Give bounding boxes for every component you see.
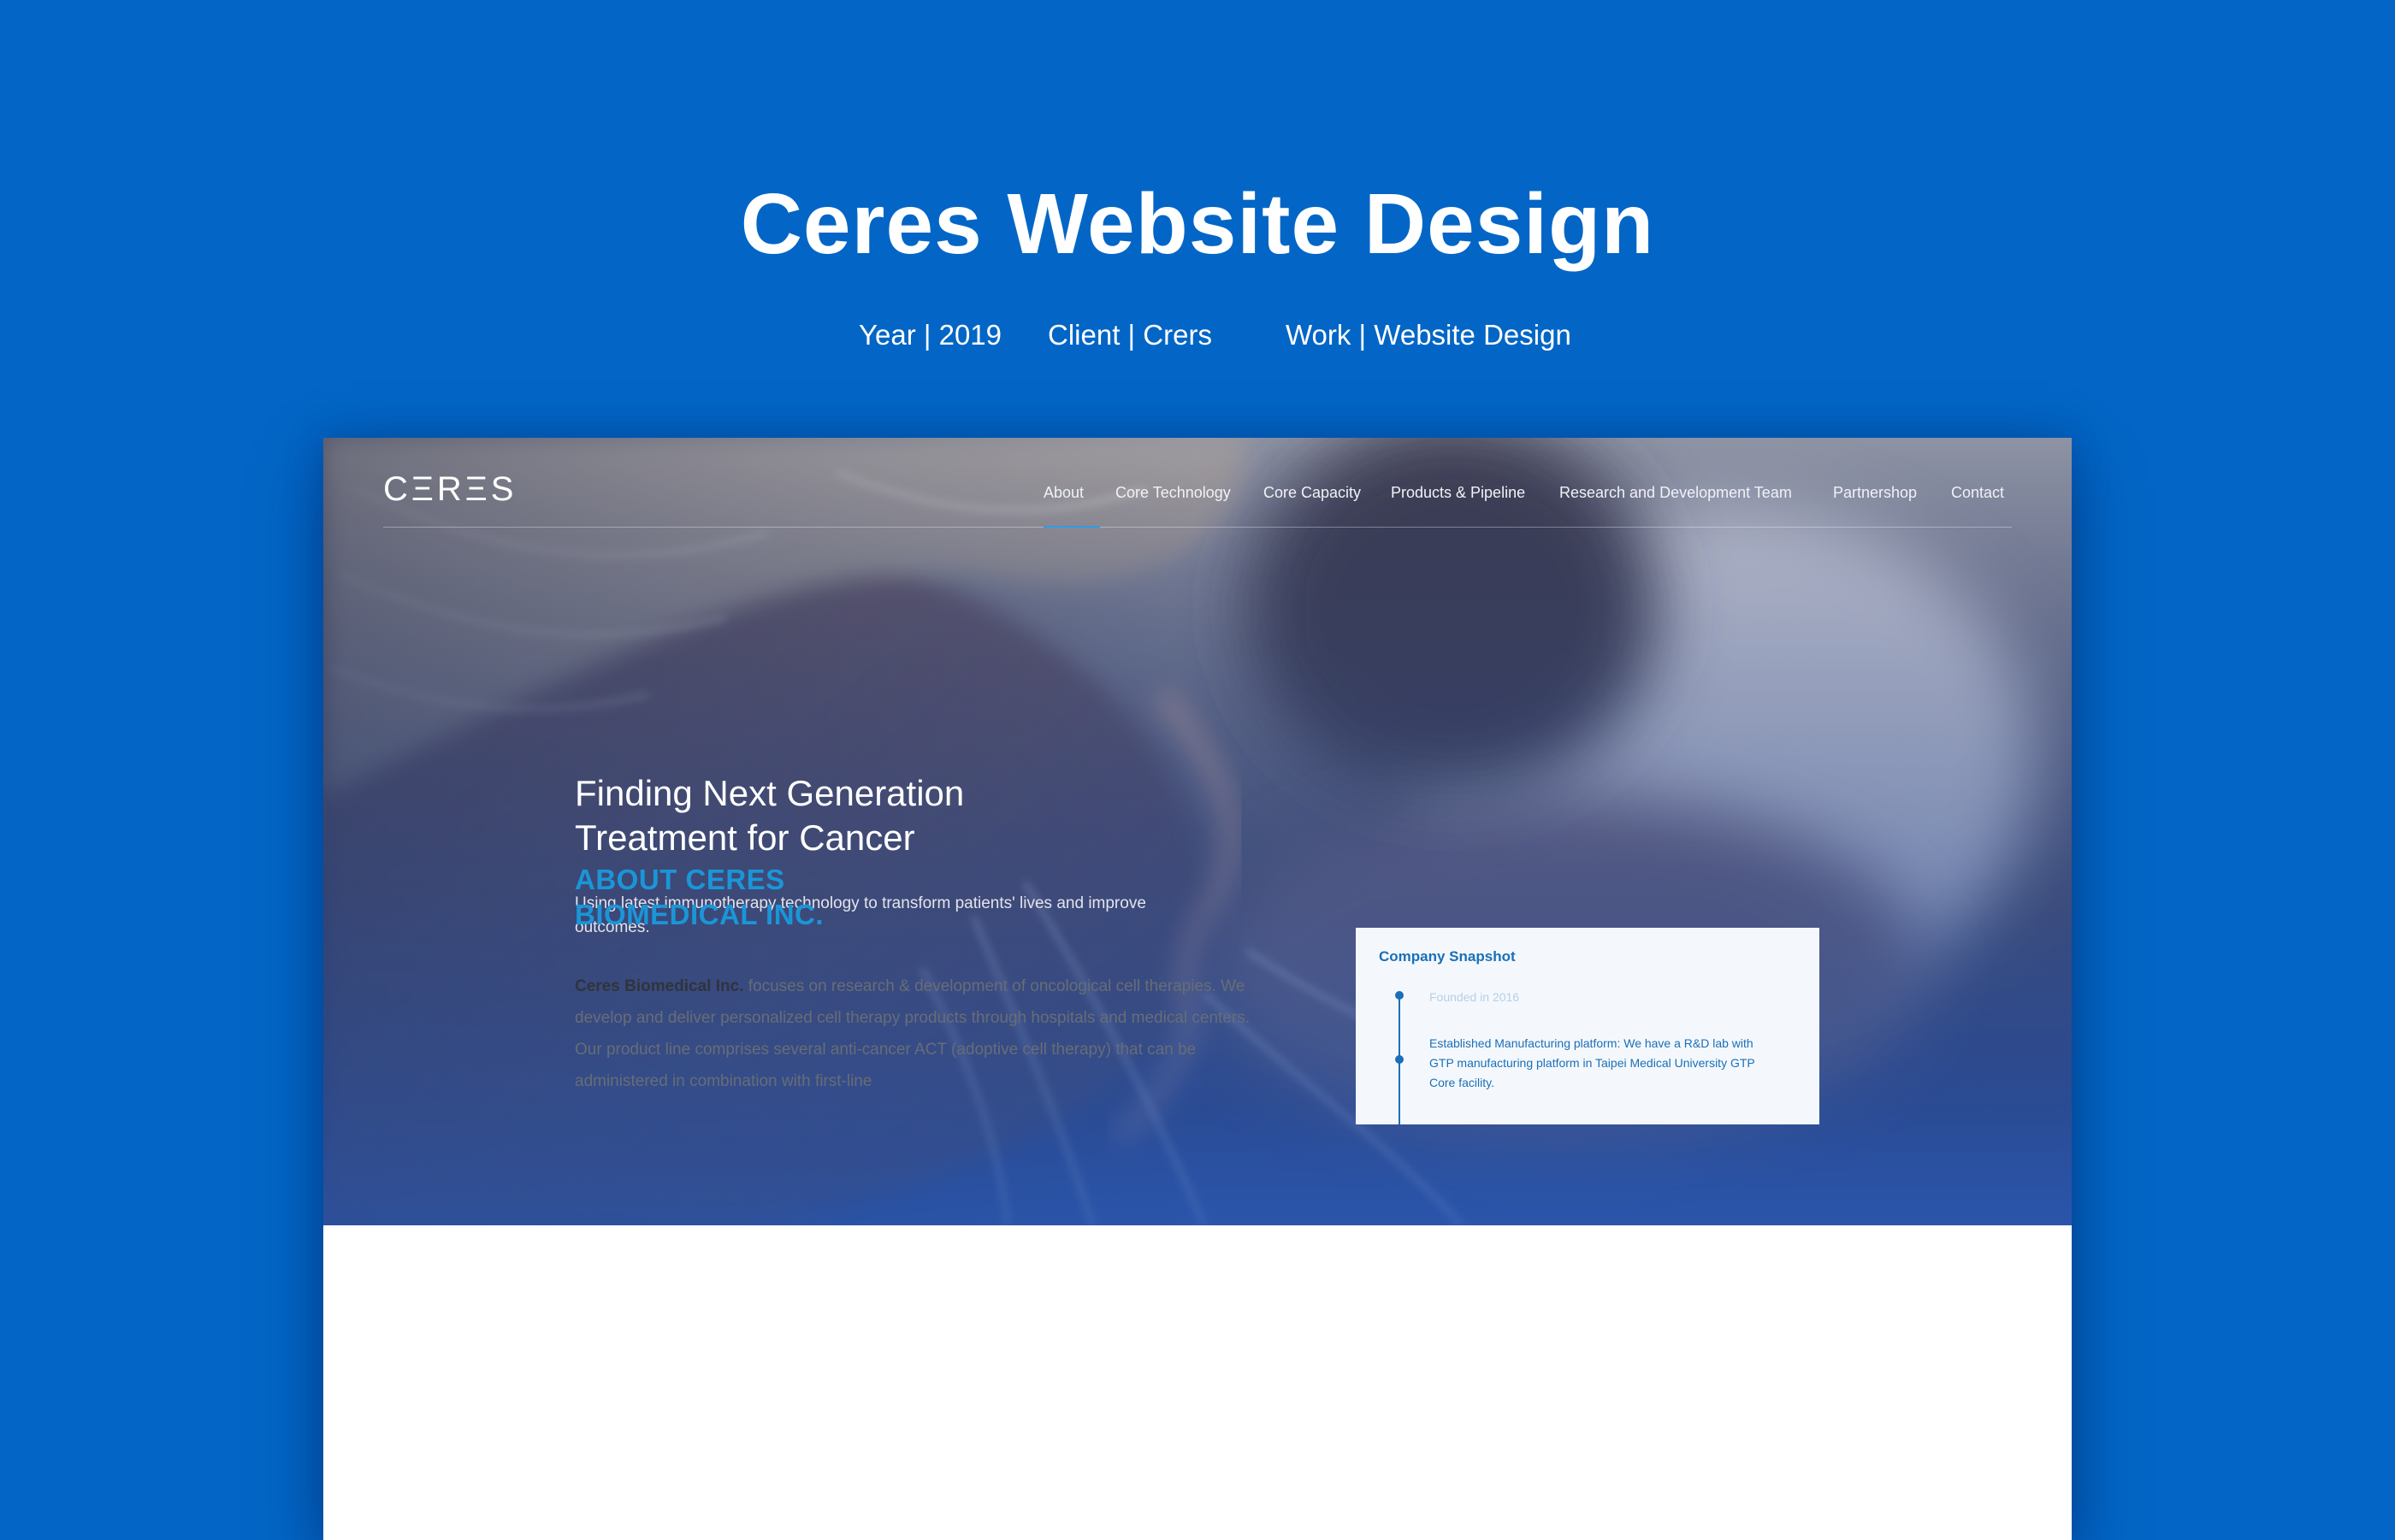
nav-item-core-technology[interactable]: Core Technology: [1115, 484, 1231, 502]
nav-divider: [383, 527, 2012, 528]
nav-item-partnership[interactable]: Partnershop: [1833, 484, 1917, 502]
hero-heading: Finding Next Generation Treatment for Ca…: [575, 771, 1174, 860]
snapshot-manufacturing: Established Manufacturing platform: We h…: [1429, 1036, 1755, 1089]
showcase-title: Ceres Website Design: [740, 176, 1655, 272]
meta-year: Year | 2019: [859, 319, 1002, 351]
nav-item-products-pipeline[interactable]: Products & Pipeline: [1391, 484, 1525, 502]
about-heading-line-1: ABOUT CERES: [575, 864, 785, 895]
about-body: Ceres Biomedical Inc. focuses on researc…: [575, 971, 1259, 1097]
meta-work: Work | Website Design: [1286, 319, 1571, 351]
main-nav: About Core Technology Core Capacity Prod…: [323, 484, 2072, 510]
nav-active-indicator: [1044, 526, 1100, 528]
about-heading-line-2: BIOMEDICAL INC.: [575, 899, 825, 930]
about-heading: ABOUT CERES BIOMEDICAL INC.: [575, 862, 1088, 932]
snapshot-title: Company Snapshot: [1379, 948, 1516, 965]
company-snapshot-card: Company Snapshot Founded in 2016 Establi…: [1356, 928, 1819, 1124]
timeline-dot: [1395, 1055, 1404, 1064]
website-mockup: CΞRΞS About Core Technology Core Capacit…: [323, 438, 2072, 1540]
project-meta: Year | 2019 Client | Crers Work | Websit…: [0, 319, 2395, 358]
hero-heading-line-2: Treatment for Cancer: [575, 817, 915, 858]
showcase-page: Ceres Website Design Year | 2019 Client …: [0, 0, 2395, 1540]
nav-item-contact[interactable]: Contact: [1951, 484, 2004, 502]
nav-item-rd-team[interactable]: Research and Development Team: [1559, 484, 1792, 502]
timeline-dot: [1395, 991, 1404, 1000]
meta-client: Client | Crers: [1048, 319, 1212, 351]
about-company-name: Ceres Biomedical Inc.: [575, 977, 744, 995]
snapshot-founded: Founded in 2016: [1429, 990, 1520, 1004]
nav-item-about[interactable]: About: [1044, 484, 1084, 502]
hero-heading-line-1: Finding Next Generation: [575, 773, 965, 813]
nav-item-core-capacity[interactable]: Core Capacity: [1263, 484, 1361, 502]
